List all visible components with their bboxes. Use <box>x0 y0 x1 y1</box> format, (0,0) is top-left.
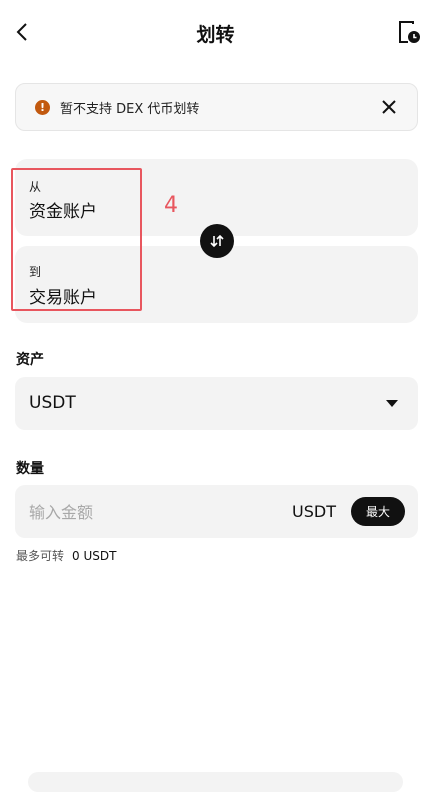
notice-close-button[interactable] <box>379 97 399 117</box>
swap-accounts-button[interactable] <box>200 224 234 258</box>
max-button[interactable]: 最大 <box>351 497 405 526</box>
asset-label: 资产 <box>16 352 44 368</box>
annotation-number: 4 <box>164 193 178 218</box>
notice-banner: ! 暂不支持 DEX 代币划转 <box>15 83 418 131</box>
asset-select[interactable]: USDT <box>15 377 418 430</box>
swap-arrows-icon <box>210 234 224 248</box>
bottom-button-edge[interactable] <box>28 772 403 792</box>
asset-value: USDT <box>29 393 76 413</box>
close-icon <box>382 100 396 114</box>
available-label: 最多可转 <box>16 549 65 563</box>
annotation-highlight-box <box>11 168 142 311</box>
amount-input[interactable] <box>27 498 271 526</box>
history-button[interactable] <box>396 18 422 46</box>
history-record-icon <box>399 21 420 43</box>
available-amount: 最多可转 0 USDT <box>16 547 116 564</box>
page-title: 划转 <box>196 24 235 46</box>
amount-field: USDT 最大 <box>15 485 418 538</box>
amount-label: 数量 <box>16 461 44 477</box>
amount-unit: USDT <box>292 502 336 521</box>
caret-down-icon <box>386 400 398 407</box>
notice-text: 暂不支持 DEX 代币划转 <box>60 101 200 117</box>
available-value: 0 USDT <box>72 549 117 563</box>
warning-icon: ! <box>35 99 50 115</box>
